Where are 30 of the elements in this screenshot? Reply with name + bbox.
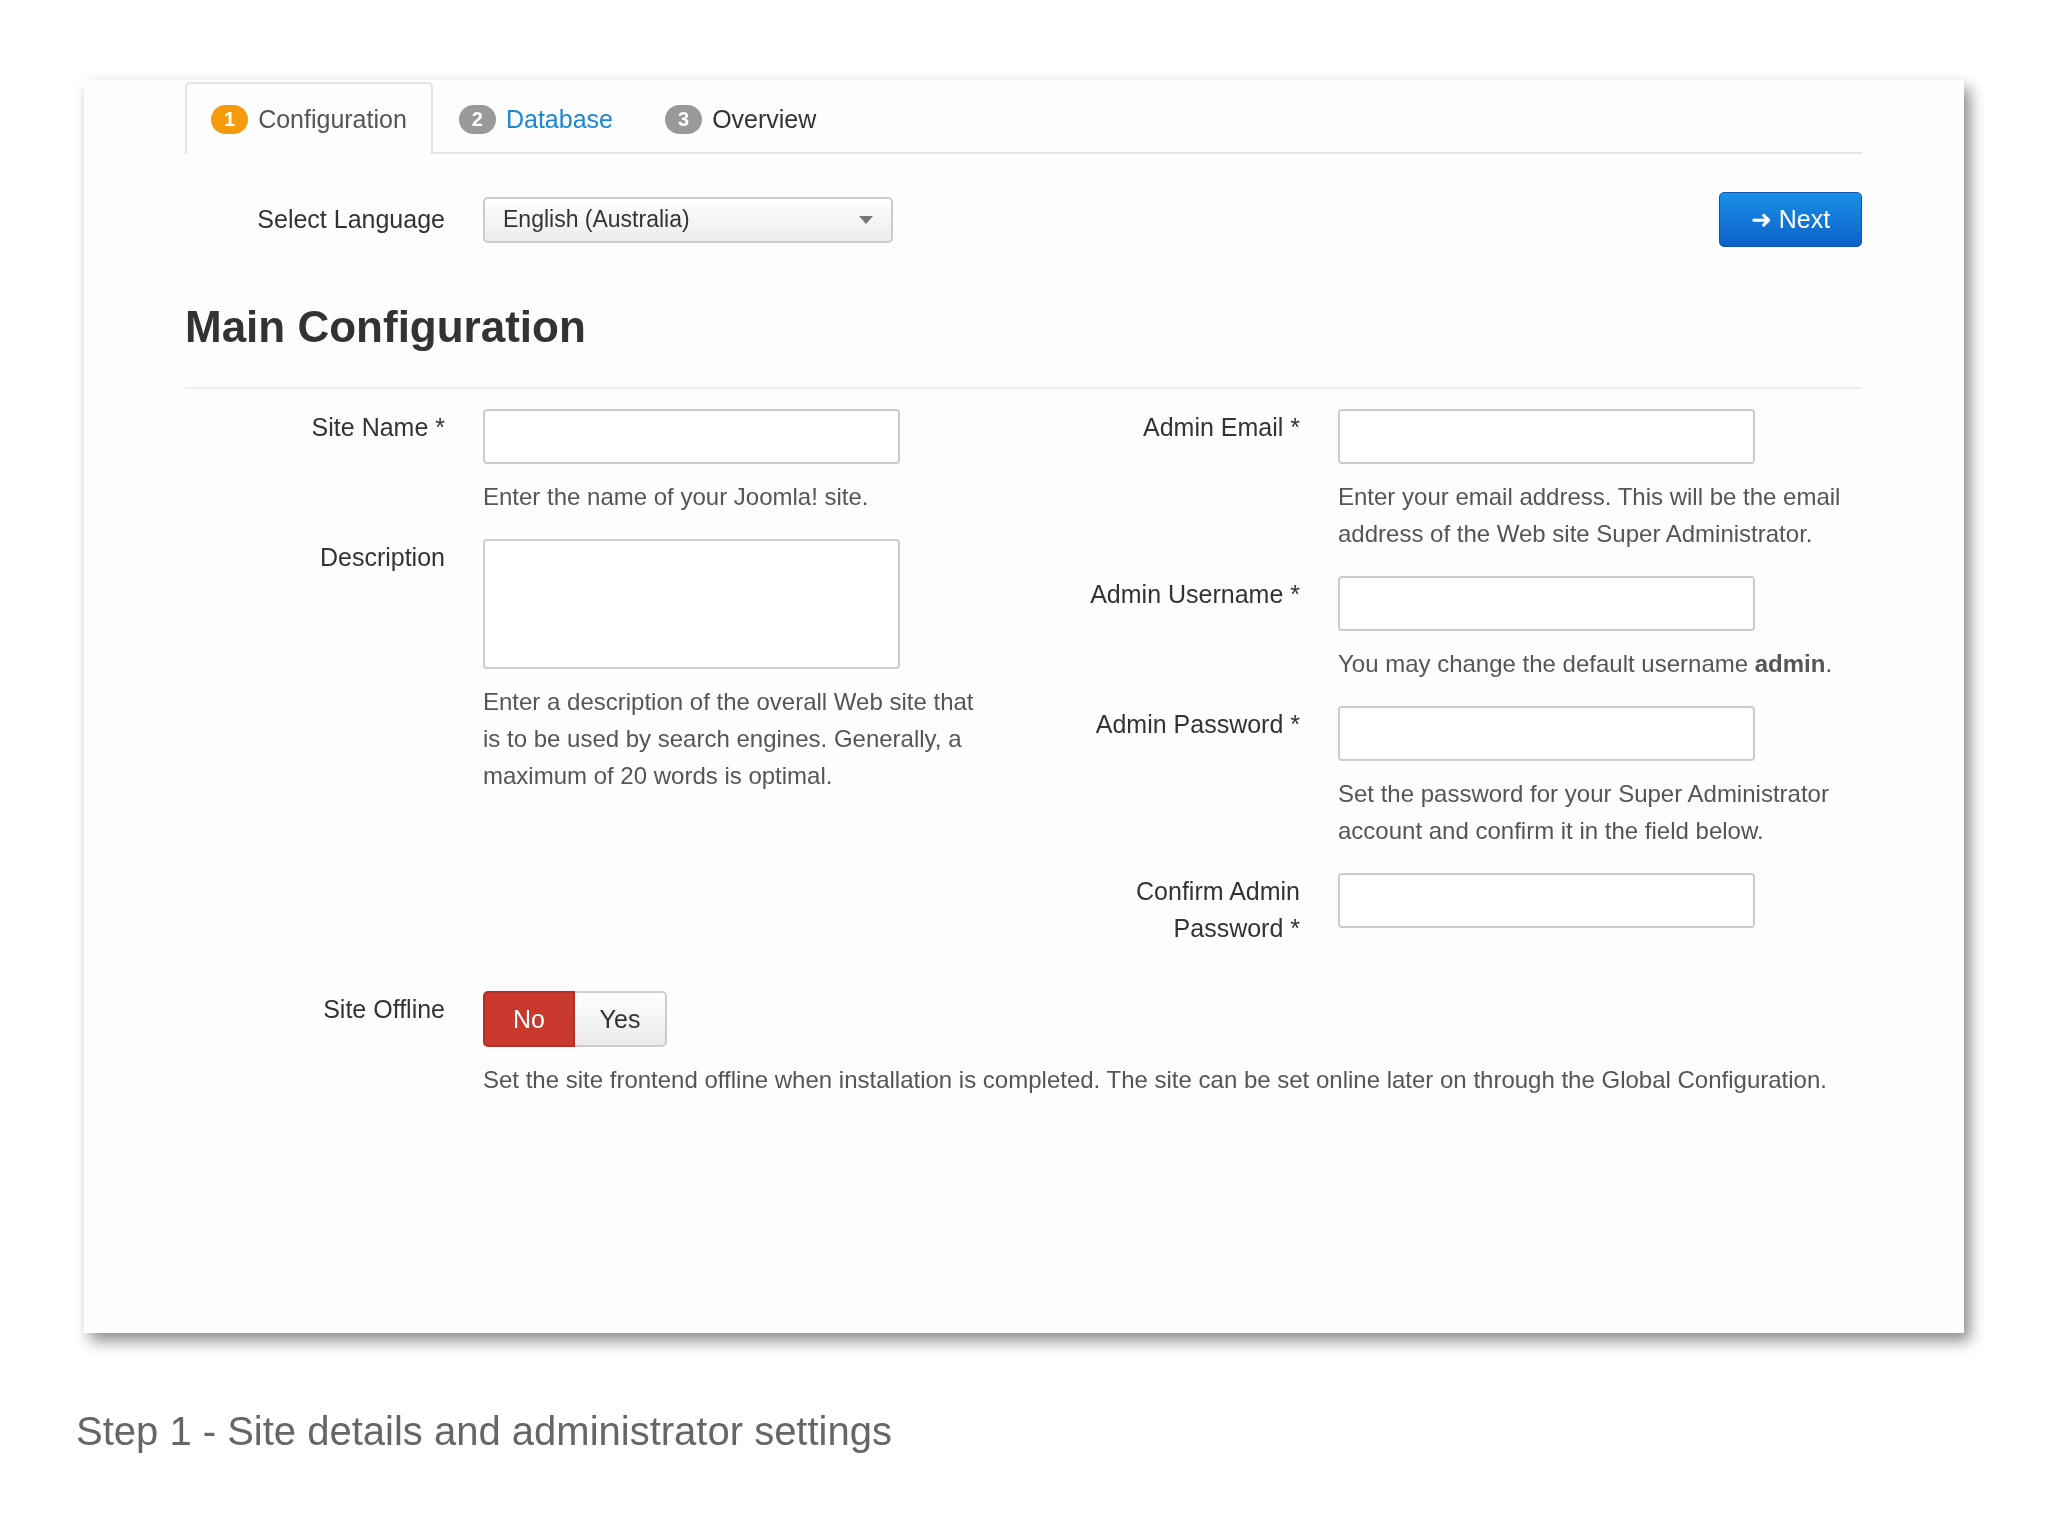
help-text: Enter your email address. This will be the email address of the Web site Super Administrator. [1338, 482, 1842, 549]
input-field[interactable] [1338, 409, 1755, 464]
field-label: Site Name * [310, 412, 445, 443]
help-text: Set the site frontend offline when installation is completed. The site can be set online later on through the Global Configuration. [483, 1065, 1828, 1095]
help-text: Enter a description of the overall Web site that is to be used by search engines. Generally, a maximum of 20 words is optimal. [483, 687, 975, 791]
toggle-option[interactable]: Yes [575, 991, 667, 1047]
step-tab[interactable]: 2 Database [432, 82, 639, 154]
input-field[interactable] [1338, 576, 1755, 631]
field-label: Admin Username * [1089, 579, 1300, 610]
field-label: Description [318, 542, 445, 573]
language-select[interactable]: English (Australia) [483, 196, 893, 243]
field-label: Admin Email * [1142, 412, 1300, 443]
help-text: You may change the default username admin. [1338, 649, 1834, 679]
language-label: Select Language [256, 204, 445, 235]
caret-icon [859, 215, 873, 224]
step-tab[interactable]: 1 Configuration [185, 82, 433, 154]
field-label: Site Offline [322, 994, 445, 1025]
step-tab[interactable]: 3 Overview [639, 82, 843, 154]
field-label: Confirm Admin Password * [1135, 876, 1300, 944]
field-label: Admin Password * [1094, 709, 1300, 740]
section-heading: Main Configuration [185, 301, 587, 353]
textarea-field[interactable] [483, 539, 900, 669]
help-text: Enter the name of your Joomla! site. [483, 482, 870, 512]
input-field[interactable] [1338, 706, 1755, 761]
toggle-option[interactable]: No [483, 991, 575, 1047]
input-field[interactable] [483, 409, 900, 464]
input-field[interactable] [1338, 873, 1755, 928]
next-button[interactable]: ➜ Next [1719, 192, 1862, 247]
figure-caption: Step 1 - Site details and administrator settings [76, 1409, 893, 1454]
help-text: Set the password for your Super Administrator account and confirm it in the field below. [1338, 779, 1830, 846]
